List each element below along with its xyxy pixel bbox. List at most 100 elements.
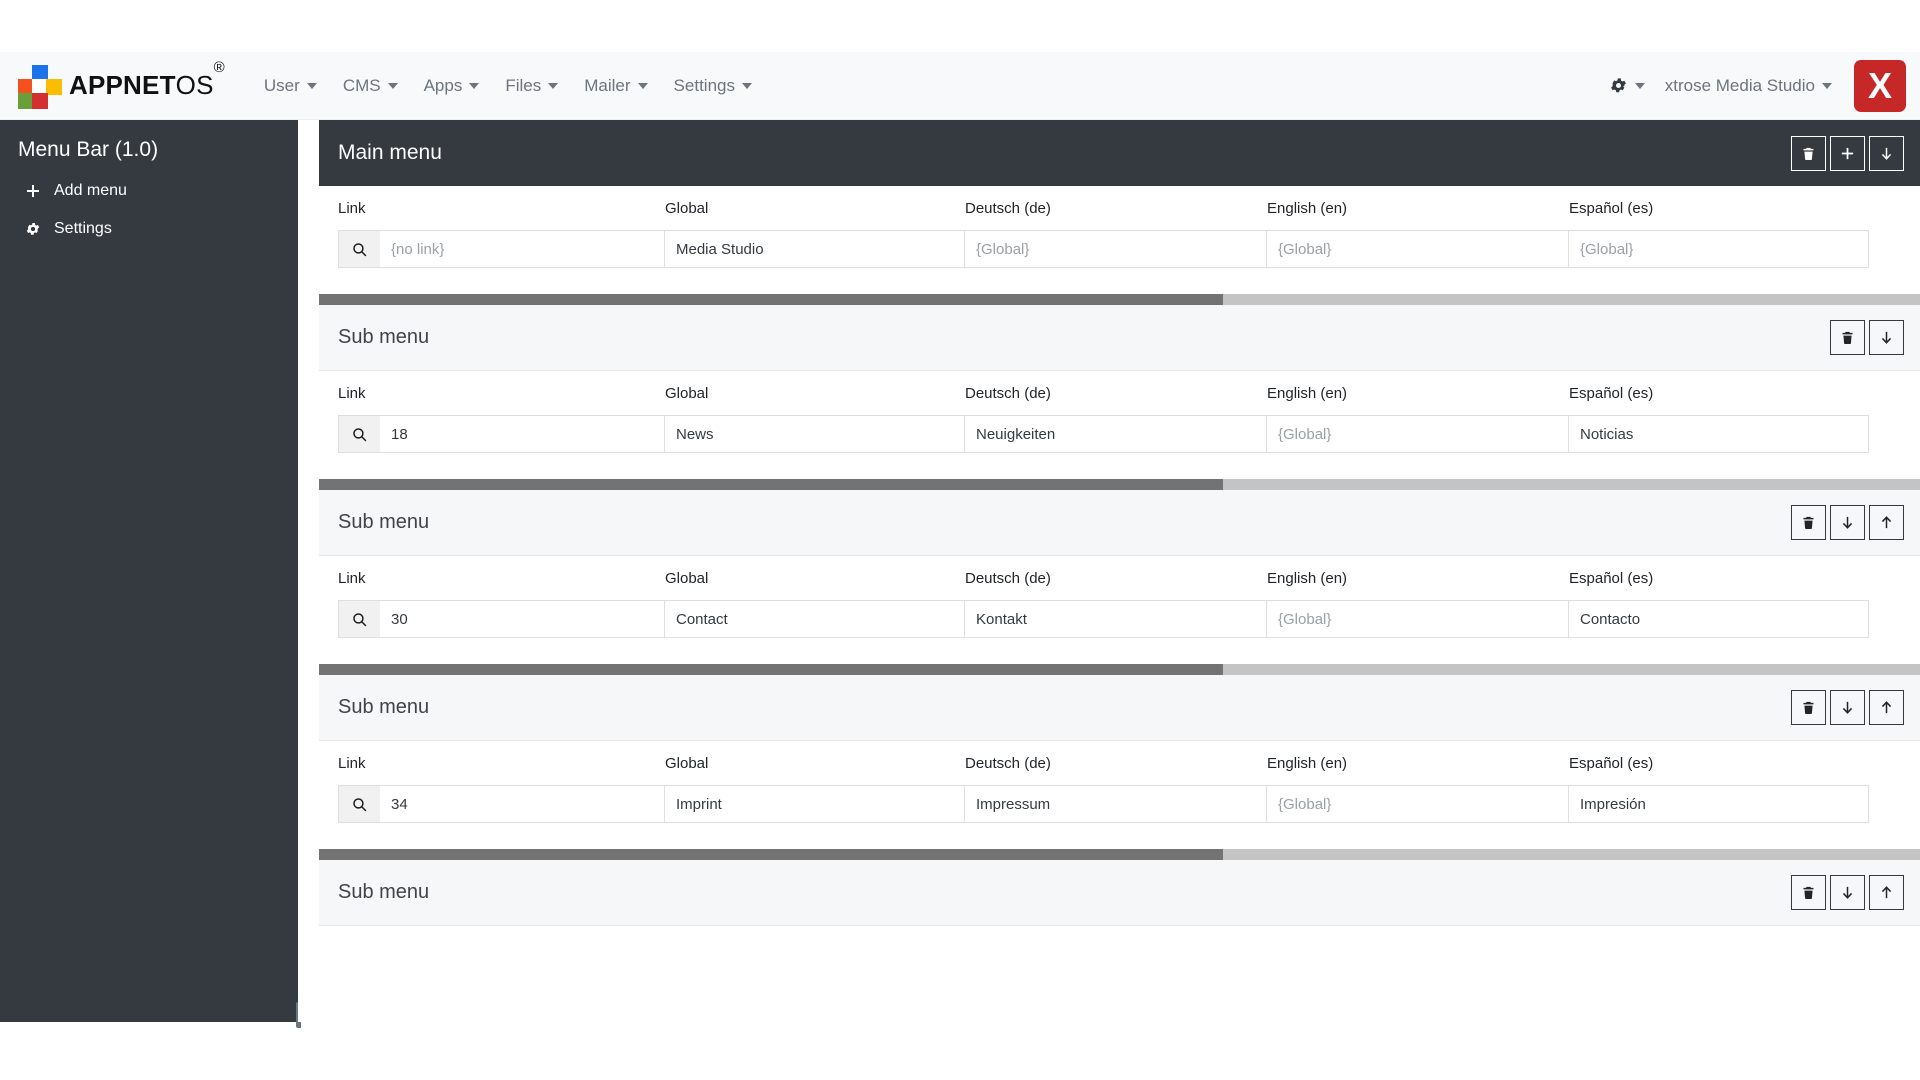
panel-title: Sub menu [338, 696, 430, 718]
nav-item-apps[interactable]: Apps [411, 70, 493, 102]
move-down-button[interactable] [1869, 135, 1904, 171]
link-input[interactable] [380, 230, 665, 268]
panel-title: Sub menu [338, 511, 430, 533]
nav-item-settings[interactable]: Settings [661, 70, 765, 102]
panel-title: Sub menu [338, 881, 430, 903]
menu-entry-row [319, 600, 1920, 638]
move-down-button[interactable] [1830, 505, 1865, 540]
move-up-button[interactable] [1869, 505, 1904, 540]
chevron-down-icon [1634, 82, 1645, 89]
horizontal-scrollbar[interactable] [319, 849, 1920, 860]
search-icon[interactable] [338, 785, 380, 823]
nav-item-label: Settings [673, 75, 735, 95]
panel-actions [1791, 135, 1904, 171]
delete-menu-button[interactable] [1791, 505, 1826, 540]
delete-menu-button[interactable] [1791, 690, 1826, 725]
panel-footer [319, 823, 1920, 849]
nav-item-label: Apps [423, 75, 463, 95]
row-spacer [1869, 785, 1920, 823]
global-input[interactable] [665, 415, 965, 453]
es-input[interactable] [1569, 600, 1869, 638]
delete-menu-button[interactable] [1830, 320, 1865, 355]
chevron-down-icon [469, 82, 480, 89]
sidebar: Menu Bar (1.0) Add menu Settings [0, 120, 305, 1028]
move-down-button[interactable] [1830, 875, 1865, 910]
panel-header: Sub menu [319, 860, 1920, 926]
global-input[interactable] [665, 600, 965, 638]
move-down-button[interactable] [1869, 320, 1904, 355]
column-headers: Link Global Deutsch (de) English (en) Es… [319, 371, 1920, 415]
account-dropdown[interactable]: xtrose Media Studio [1653, 70, 1844, 102]
column-header-link: Link [338, 754, 366, 772]
scrollbar-thumb[interactable] [319, 849, 1223, 860]
nav-item-files[interactable]: Files [492, 70, 571, 102]
scrollbar-thumb[interactable] [319, 294, 1223, 305]
move-up-button[interactable] [1869, 875, 1904, 910]
de-input[interactable] [965, 785, 1267, 823]
panel-actions [1791, 505, 1904, 540]
column-header-link: Link [338, 384, 366, 402]
delete-menu-button[interactable] [1791, 135, 1826, 171]
column-header-link: Link [338, 569, 366, 587]
en-input[interactable] [1267, 600, 1569, 638]
es-input[interactable] [1569, 785, 1869, 823]
row-spacer [1869, 230, 1920, 268]
link-input[interactable] [380, 600, 665, 638]
column-header-de: Deutsch (de) [965, 569, 1051, 587]
move-down-button[interactable] [1830, 690, 1865, 725]
de-input[interactable] [965, 600, 1267, 638]
add-submenu-button[interactable] [1830, 135, 1865, 171]
es-input[interactable] [1569, 230, 1869, 268]
horizontal-scrollbar[interactable] [319, 294, 1920, 305]
search-icon[interactable] [338, 415, 380, 453]
column-header-en: English (en) [1267, 754, 1348, 772]
panel-actions [1791, 690, 1904, 725]
en-input[interactable] [1267, 415, 1569, 453]
panel-actions [1791, 875, 1904, 910]
column-header-en: English (en) [1267, 384, 1348, 402]
chevron-down-icon [741, 82, 752, 89]
navbar-settings-dropdown[interactable] [1601, 70, 1653, 101]
es-input[interactable] [1569, 415, 1869, 453]
link-input[interactable] [380, 785, 665, 823]
nav-item-label: Mailer [584, 75, 631, 95]
column-header-link: Link [338, 199, 366, 217]
search-icon[interactable] [338, 600, 380, 638]
sidebar-title: Menu Bar (1.0) [18, 138, 159, 161]
account-label: xtrose Media Studio [1664, 75, 1815, 95]
scrollbar-thumb[interactable] [319, 664, 1223, 675]
menu-panel-sub-3: Sub menu Link Global Deutsch (de) Englis… [319, 675, 1920, 849]
nav-item-cms[interactable]: CMS [330, 70, 411, 102]
app-logo-button[interactable]: X [1854, 59, 1906, 112]
column-header-global: Global [665, 199, 709, 217]
delete-menu-button[interactable] [1791, 875, 1826, 910]
horizontal-scrollbar[interactable] [319, 664, 1920, 675]
link-input[interactable] [380, 415, 665, 453]
gear-icon [1609, 76, 1628, 95]
global-input[interactable] [665, 230, 965, 268]
menu-panel-main: Main menu Link Global Deutsch (de) Engli… [319, 120, 1920, 294]
menu-entry-row [319, 230, 1920, 268]
en-input[interactable] [1267, 230, 1569, 268]
gear-icon [20, 221, 46, 237]
sidebar-item-add-menu[interactable]: Add menu [20, 182, 301, 200]
brand-registered-mark: ® [213, 59, 225, 77]
appnetos-logo-icon [18, 64, 62, 109]
scrollbar-thumb[interactable] [319, 479, 1223, 490]
horizontal-scrollbar[interactable] [319, 479, 1920, 490]
global-input[interactable] [665, 785, 965, 823]
en-input[interactable] [1267, 785, 1569, 823]
panel-footer [319, 638, 1920, 664]
brand-logo[interactable]: APPNETOS® [18, 59, 225, 109]
de-input[interactable] [965, 230, 1267, 268]
navbar-menu: User CMS Apps Files Mailer Settings [251, 70, 765, 102]
search-icon[interactable] [338, 230, 380, 268]
nav-item-mailer[interactable]: Mailer [571, 70, 660, 102]
move-up-button[interactable] [1869, 690, 1904, 725]
chevron-down-icon [548, 82, 559, 89]
sidebar-item-settings[interactable]: Settings [20, 220, 301, 238]
panel-header: Sub menu [319, 675, 1920, 741]
panel-actions [1830, 320, 1904, 355]
nav-item-user[interactable]: User [251, 70, 330, 102]
de-input[interactable] [965, 415, 1267, 453]
